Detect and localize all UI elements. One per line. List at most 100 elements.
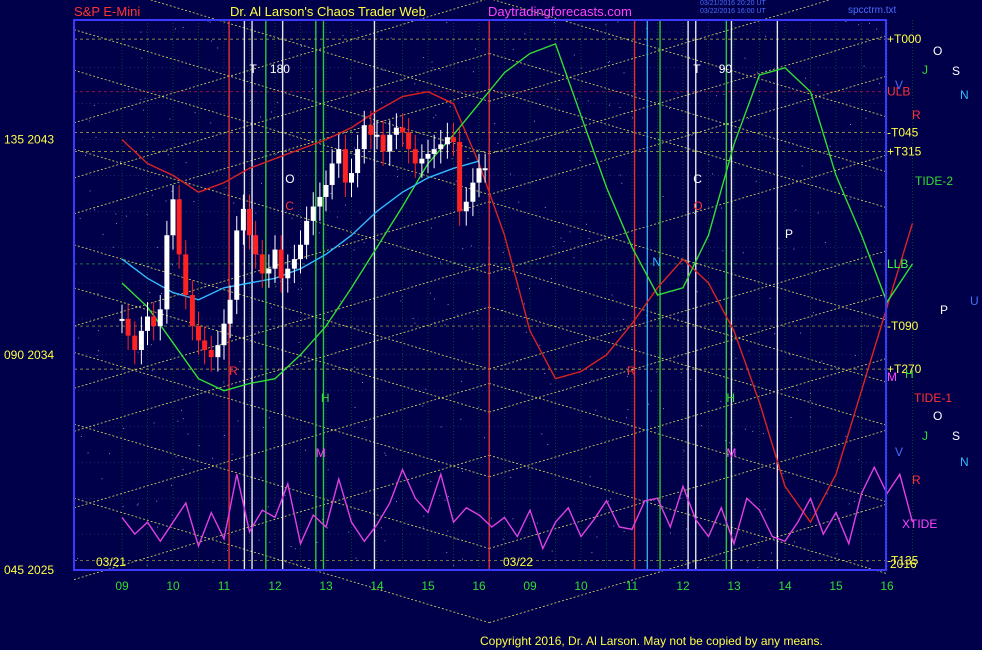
planet-label: S [952, 64, 960, 78]
star-dot [171, 190, 173, 192]
star-dot [569, 231, 571, 233]
price-candle-body [349, 173, 354, 183]
price-candle-body [234, 230, 240, 300]
star-dot [171, 514, 173, 516]
star-dot [385, 454, 387, 456]
star-dot [223, 381, 225, 383]
price-candle-body [412, 149, 418, 164]
price-candle-body [227, 299, 233, 324]
price-candle-body [329, 163, 335, 185]
star-dot [626, 417, 627, 419]
price-candle-body [183, 254, 189, 295]
star-dot [451, 158, 453, 160]
star-dot [746, 561, 748, 563]
star-dot [144, 97, 146, 99]
star-dot [288, 51, 290, 53]
star-dot [177, 420, 179, 422]
price-candle-body [189, 295, 195, 327]
star-dot [551, 550, 553, 552]
star-dot [116, 223, 117, 224]
price-candle-body [482, 168, 488, 171]
star-dot [149, 292, 151, 294]
star-dot [291, 217, 293, 219]
star-dot [297, 288, 299, 290]
star-dot [587, 100, 589, 102]
level-label: +T000 [887, 32, 922, 46]
star-dot [611, 294, 613, 296]
star-dot [524, 303, 525, 305]
star-dot [342, 35, 344, 37]
star-dot [359, 212, 361, 214]
star-dot [122, 506, 124, 508]
star-dot [878, 83, 880, 85]
star-dot [765, 35, 767, 37]
star-dot [490, 517, 492, 519]
star-dot [755, 180, 757, 182]
star-dot [362, 382, 363, 383]
price-candle-body [157, 309, 163, 327]
star-dot [194, 112, 196, 114]
x-tick-label-day2: 12 [676, 579, 690, 593]
star-dot [696, 291, 698, 293]
star-dot [844, 187, 846, 188]
star-dot [182, 27, 184, 28]
price-candle-body [119, 318, 125, 321]
star-dot [396, 500, 397, 502]
star-dot [801, 165, 803, 167]
star-dot [175, 456, 177, 458]
star-dot [95, 136, 97, 138]
star-dot [193, 201, 195, 202]
star-dot [157, 526, 159, 528]
star-dot [748, 350, 750, 352]
x-tick-label-day2: 16 [880, 579, 894, 593]
star-dot [663, 408, 664, 410]
star-dot [810, 392, 811, 394]
star-dot [97, 330, 99, 332]
star-dot [152, 136, 154, 138]
x-tick-label-day1: 14 [370, 579, 384, 593]
star-dot [721, 207, 723, 209]
star-dot [261, 182, 262, 184]
star-dot [444, 499, 446, 501]
star-dot [301, 288, 302, 290]
x-tick-label-day2: 11 [626, 579, 639, 593]
price-candle-body [298, 244, 303, 260]
star-dot [396, 176, 398, 178]
star-dot [390, 37, 392, 39]
star-dot [722, 250, 724, 252]
star-dot [771, 552, 772, 554]
price-candle-body [240, 208, 246, 231]
star-dot [397, 169, 399, 170]
star-dot [527, 468, 529, 470]
star-dot [384, 452, 386, 454]
planet-label: R [912, 473, 921, 487]
star-dot [453, 564, 455, 566]
annotation-right: P [785, 227, 793, 241]
star-dot [596, 536, 598, 538]
site-link[interactable]: Daytradingforecasts.com [488, 4, 632, 19]
star-dot [112, 246, 114, 248]
star-dot [298, 342, 300, 343]
star-dot [169, 118, 171, 120]
star-dot [509, 173, 511, 175]
star-dot [589, 476, 591, 478]
star-dot [573, 54, 575, 56]
star-dot [184, 143, 186, 145]
star-dot [744, 57, 746, 59]
star-dot [462, 558, 463, 560]
star-dot [271, 307, 273, 309]
star-dot [455, 538, 457, 540]
star-dot [439, 69, 441, 71]
star-dot [849, 198, 851, 200]
star-dot [769, 297, 771, 299]
x-tick-label-day1: 13 [319, 579, 333, 593]
star-dot [607, 500, 609, 502]
star-dot [151, 194, 153, 196]
star-dot [510, 476, 512, 478]
star-dot [446, 551, 448, 553]
star-dot [311, 88, 313, 89]
annotation-left: T [250, 62, 258, 76]
star-dot [579, 156, 581, 158]
price-candle-body [291, 259, 297, 269]
star-dot [260, 476, 262, 478]
